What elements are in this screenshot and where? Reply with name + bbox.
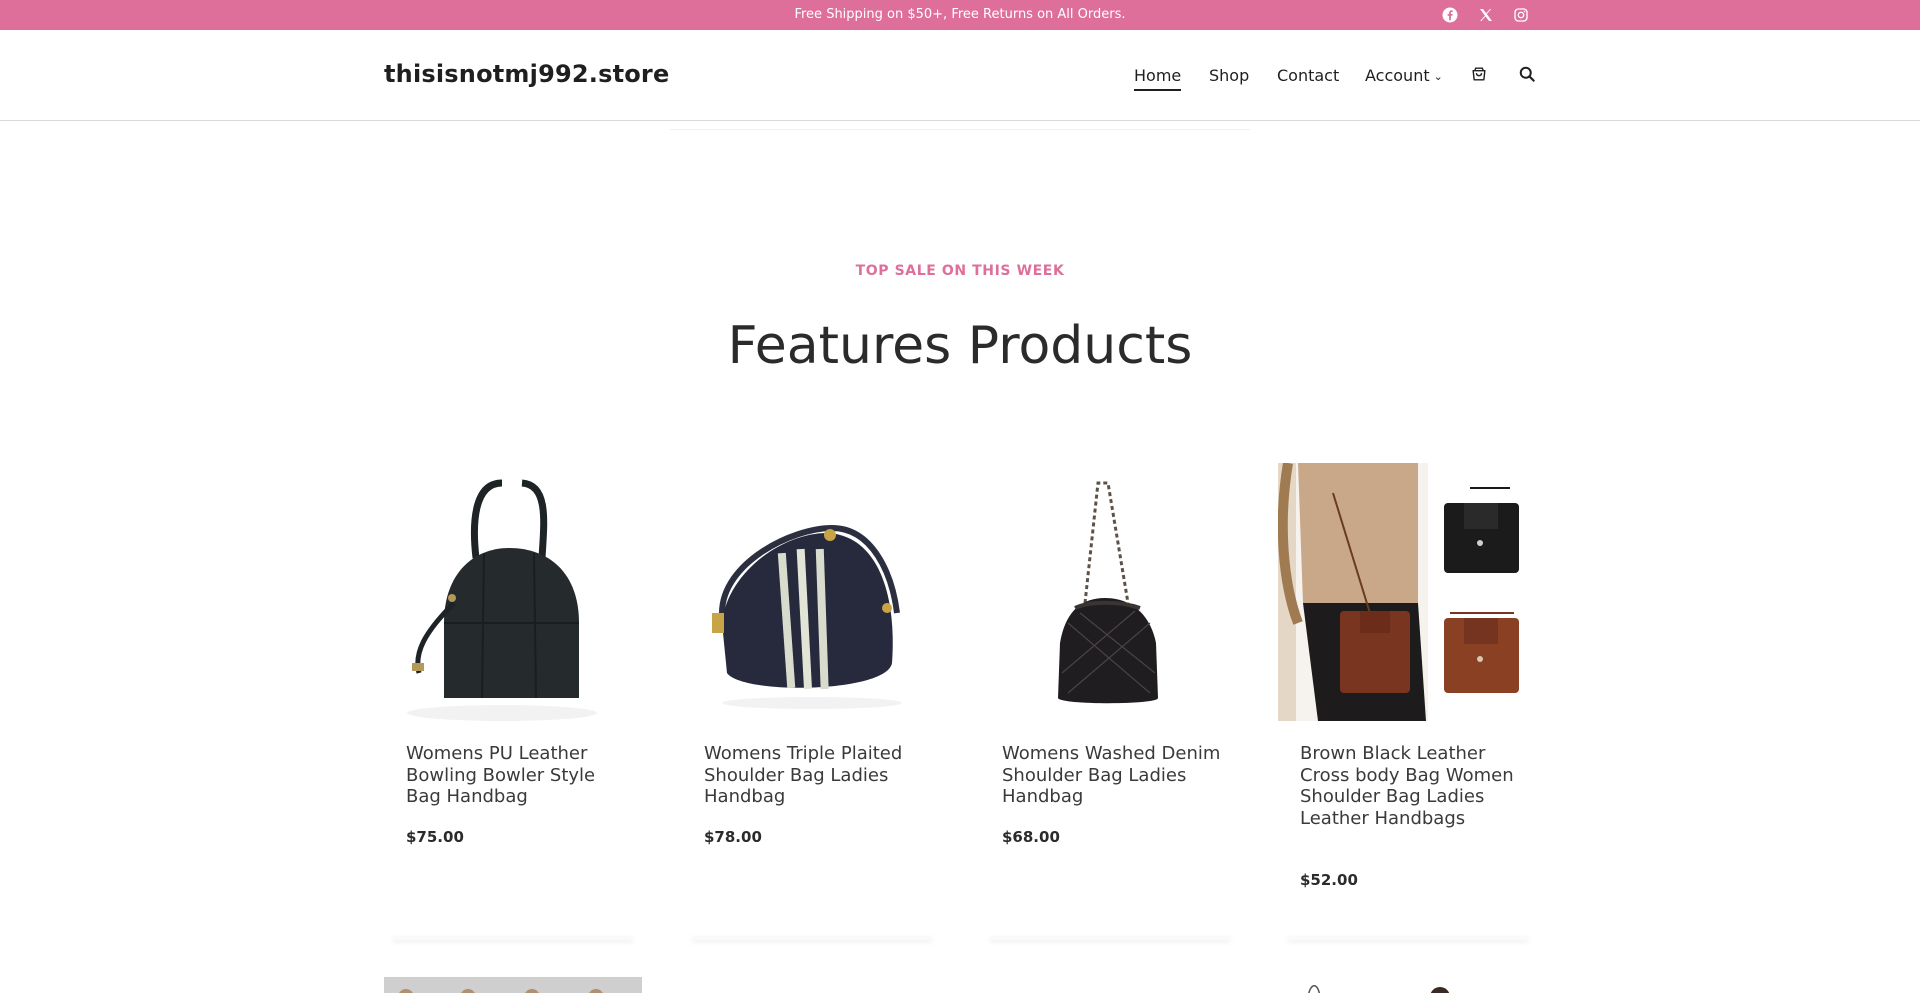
search-icon[interactable] (1517, 64, 1537, 84)
product-image[interactable] (980, 977, 1238, 993)
section-title: Features Products (727, 316, 1193, 376)
product-title[interactable]: Womens PU Leather Bowling Bowler Style B… (406, 743, 626, 808)
product-image[interactable] (1278, 463, 1536, 721)
product-image[interactable] (682, 463, 940, 721)
site-header: thisisnotmj992.store Home Shop Contact A… (0, 30, 1920, 121)
product-title[interactable]: Womens Triple Plaited Shoulder Bag Ladie… (704, 743, 924, 808)
divider (670, 129, 1250, 130)
section-eyebrow: TOP SALE ON THIS WEEK (855, 263, 1065, 279)
card-divider (1288, 936, 1528, 940)
announcement-bar: Free Shipping on $50+, Free Returns on A… (0, 0, 1920, 30)
product-image[interactable] (384, 463, 642, 721)
cart-icon[interactable] (1469, 64, 1489, 84)
product-title[interactable]: Womens Washed Denim Shoulder Bag Ladies … (1002, 743, 1222, 808)
card-divider (692, 936, 932, 940)
product-price: $78.00 (704, 828, 762, 846)
product-image[interactable] (384, 977, 642, 993)
nav-home[interactable]: Home (1134, 66, 1182, 91)
instagram-icon[interactable] (1512, 6, 1530, 24)
nav-account-label: Account (1365, 66, 1430, 85)
product-image[interactable] (1278, 977, 1536, 993)
site-logo[interactable]: thisisnotmj992.store (384, 60, 669, 88)
product-price: $75.00 (406, 828, 464, 846)
product-image[interactable] (980, 463, 1238, 721)
product-title[interactable]: Brown Black Leather Cross body Bag Women… (1300, 743, 1520, 829)
chevron-down-icon: ⌄ (1433, 70, 1443, 83)
product-price: $68.00 (1002, 828, 1060, 846)
facebook-icon[interactable] (1441, 6, 1459, 24)
nav-shop[interactable]: Shop (1209, 66, 1249, 85)
product-price: $52.00 (1300, 871, 1358, 889)
x-twitter-icon[interactable] (1477, 6, 1495, 24)
card-divider (990, 936, 1230, 940)
card-divider (393, 936, 633, 940)
announcement-text: Free Shipping on $50+, Free Returns on A… (794, 7, 1126, 22)
nav-account[interactable]: Account ⌄ (1365, 66, 1443, 85)
nav-contact[interactable]: Contact (1277, 66, 1339, 85)
